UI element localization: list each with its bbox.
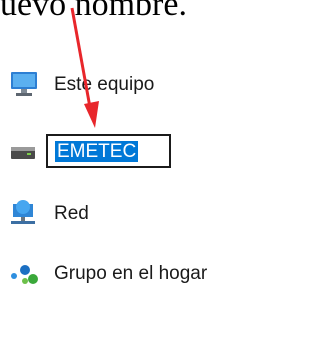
pointer-arrow-annotation <box>70 7 99 128</box>
